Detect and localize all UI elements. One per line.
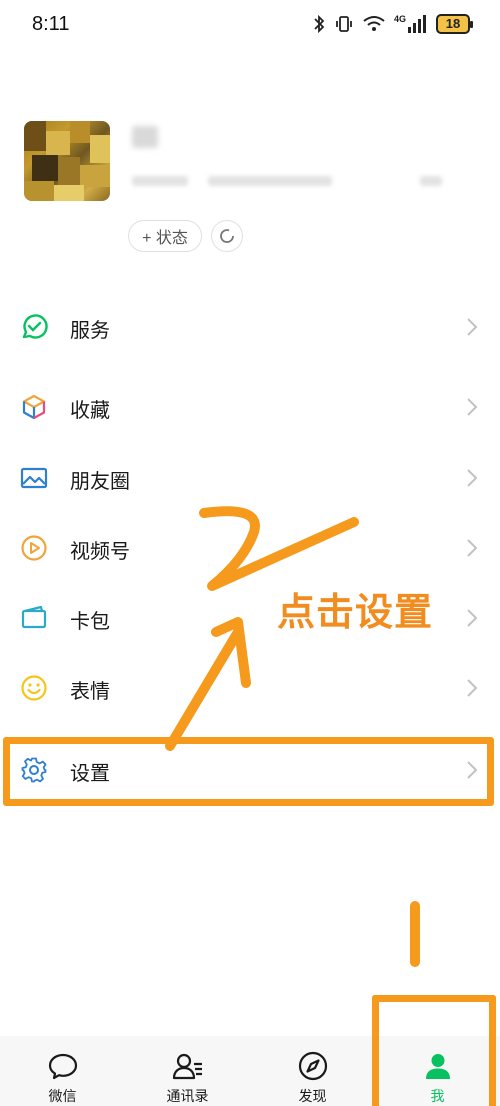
- nickname-redacted: [132, 126, 158, 148]
- status-bar: 8:11 4G 18: [0, 0, 500, 52]
- refresh-button[interactable]: [211, 220, 243, 252]
- contacts-icon: [172, 1053, 202, 1080]
- menu-label: 收藏: [70, 400, 110, 422]
- service-icon: [22, 314, 48, 339]
- status-time: 8:11: [32, 13, 70, 35]
- chevron-right-icon: [467, 398, 478, 416]
- tab-contacts[interactable]: 通讯录: [125, 1036, 250, 1106]
- annotation-highlight-me-tab: [372, 995, 496, 1106]
- menu-label: 服务: [70, 320, 110, 342]
- signal-icon: [408, 15, 426, 33]
- tab-label: 发现: [298, 1088, 327, 1104]
- emoji-smile-icon: [21, 675, 47, 701]
- menu-item-channels[interactable]: 视频号: [0, 518, 500, 578]
- menu-label: 视频号: [70, 541, 130, 563]
- menu-label: 卡包: [70, 611, 110, 633]
- favorites-cube-icon: [22, 394, 46, 420]
- moments-image-icon: [20, 467, 48, 489]
- chevron-right-icon: [467, 609, 478, 627]
- chat-bubble-icon: [48, 1053, 78, 1080]
- status-icons: 4G 18: [313, 14, 473, 34]
- menu-item-moments[interactable]: 朋友圈: [0, 448, 500, 508]
- menu-item-services[interactable]: 服务: [0, 297, 500, 357]
- chevron-right-icon: [467, 469, 478, 487]
- chevron-right-icon: [467, 679, 478, 697]
- tab-label: 微信: [48, 1088, 77, 1104]
- bluetooth-icon: [314, 14, 325, 34]
- compass-icon: [298, 1051, 328, 1081]
- network-type-label: 4G: [393, 14, 406, 24]
- channels-play-icon: [21, 535, 47, 561]
- tab-discover[interactable]: 发现: [250, 1036, 375, 1106]
- menu-item-stickers[interactable]: 表情: [0, 658, 500, 718]
- menu-label: 朋友圈: [70, 471, 130, 493]
- vibrate-icon: [336, 16, 352, 32]
- avatar[interactable]: [24, 121, 110, 201]
- chevron-right-icon: [467, 539, 478, 557]
- chevron-right-icon: [467, 318, 478, 336]
- wechat-id-redacted: [208, 176, 332, 186]
- tab-label: 通讯录: [166, 1088, 209, 1104]
- refresh-icon: [220, 229, 234, 243]
- battery-icon: 18: [436, 14, 473, 34]
- qr-code-redacted[interactable]: [420, 176, 442, 186]
- menu-label: 表情: [70, 681, 110, 703]
- menu-item-favorites[interactable]: 收藏: [0, 377, 500, 437]
- annotation-highlight-settings: [3, 737, 494, 806]
- card-wallet-icon: [21, 605, 47, 629]
- wechat-id-redacted: [132, 176, 188, 186]
- wifi-icon: [363, 16, 385, 31]
- tab-chats[interactable]: 微信: [0, 1036, 125, 1106]
- add-status-button[interactable]: + 状态: [128, 220, 202, 252]
- annotation-callout: 点击设置: [277, 592, 434, 634]
